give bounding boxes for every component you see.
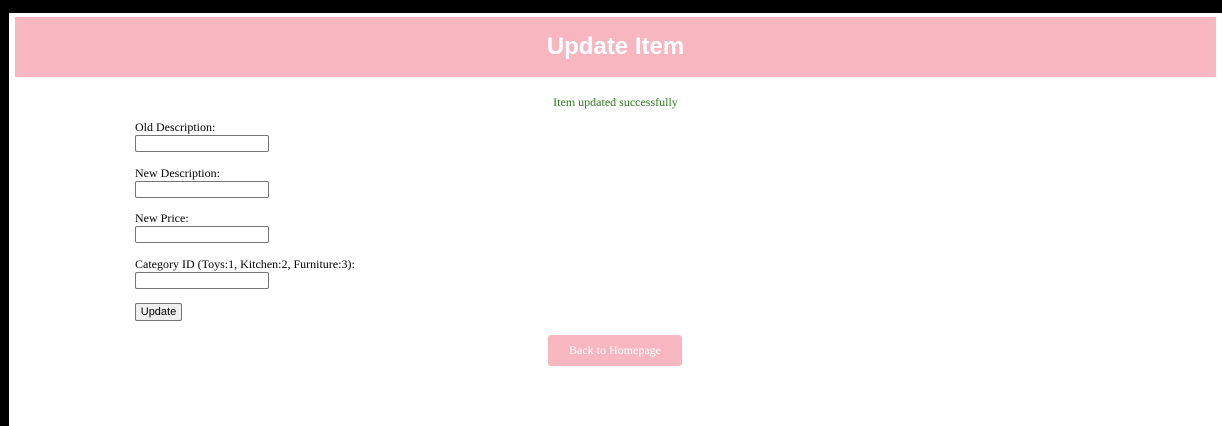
old-description-input[interactable] (135, 135, 269, 152)
back-to-homepage-button[interactable]: Back to Homepage (548, 335, 682, 366)
page-container: Update Item Item updated successfully Ol… (9, 13, 1222, 426)
category-id-input[interactable] (135, 272, 269, 289)
update-button[interactable]: Update (135, 303, 182, 321)
new-description-input[interactable] (135, 181, 269, 198)
category-id-label: Category ID (Toys:1, Kitchen:2, Furnitur… (135, 257, 355, 271)
success-message: Item updated successfully (553, 95, 678, 109)
new-price-label: New Price: (135, 211, 189, 225)
page-title: Update Item (546, 33, 685, 60)
old-description-label: Old Description: (135, 120, 216, 134)
new-price-input[interactable] (135, 226, 269, 243)
page-header: Update Item (15, 17, 1216, 77)
new-description-label: New Description: (135, 166, 220, 180)
